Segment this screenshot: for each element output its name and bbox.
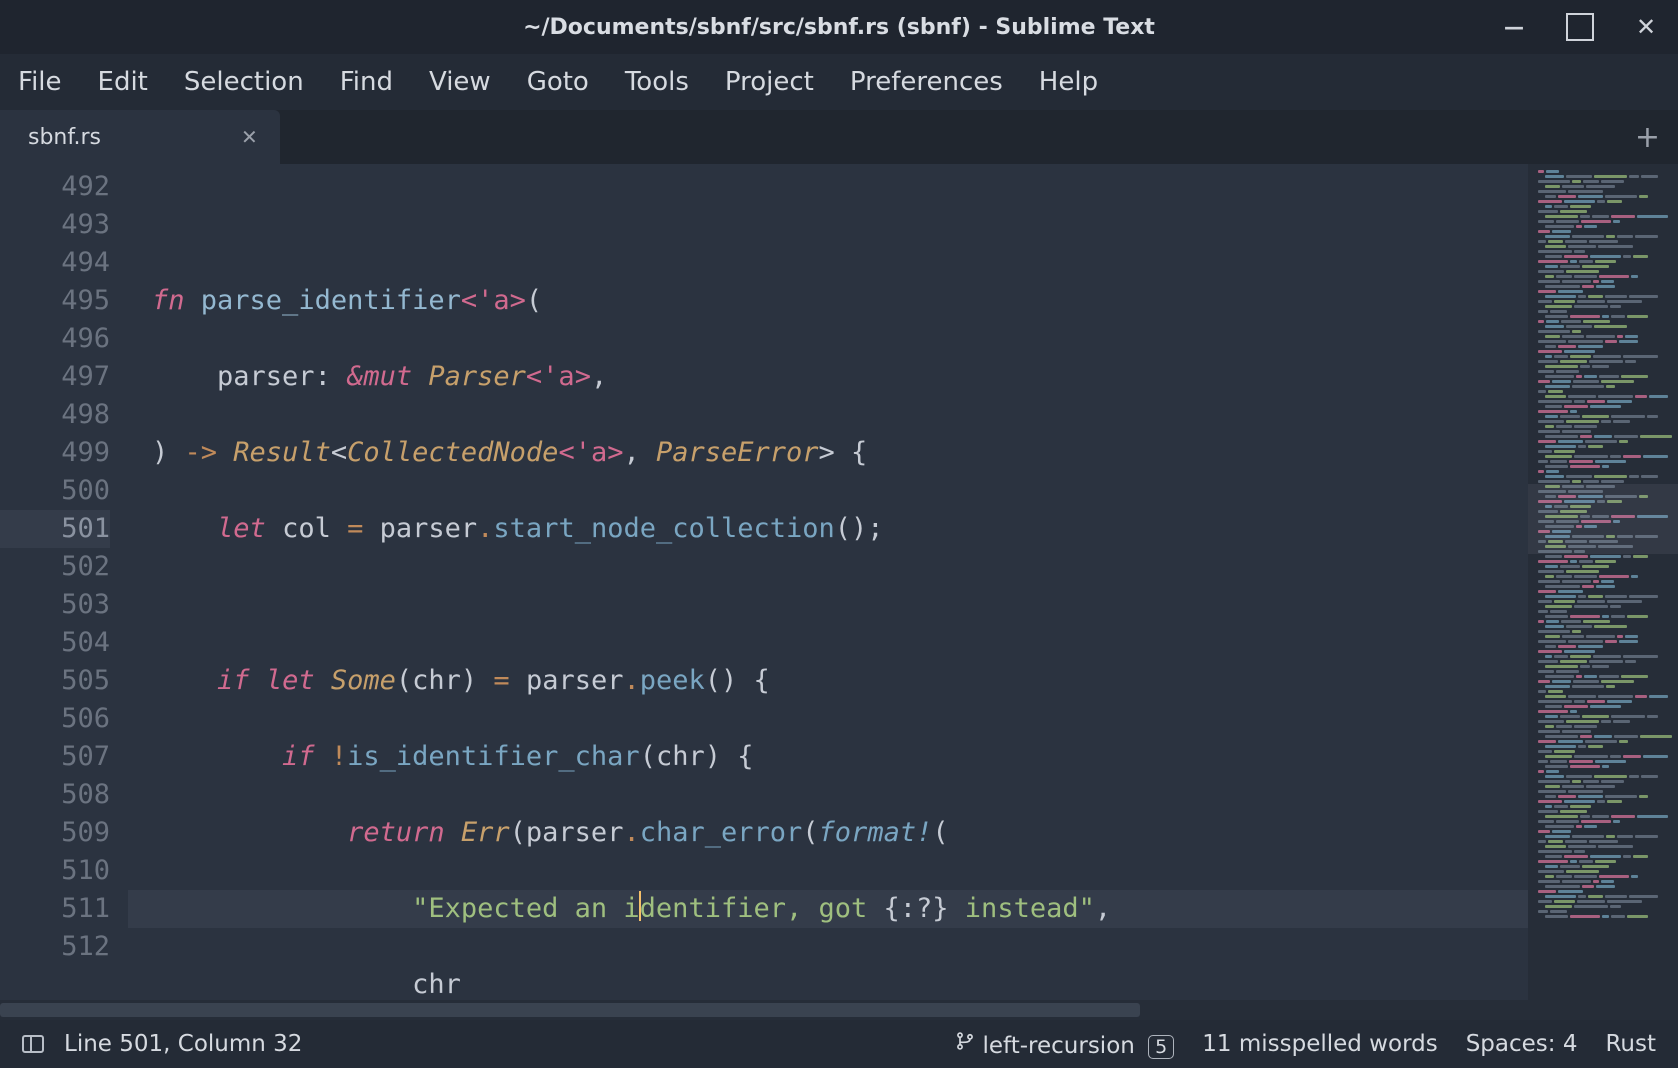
minimap[interactable]	[1528, 164, 1678, 1000]
status-git-branch[interactable]: left-recursion 5	[955, 1029, 1174, 1059]
code-line: fn parse_identifier<'a>(	[128, 282, 1528, 320]
code-line: let col = parser.start_node_collection()…	[128, 510, 1528, 548]
gutter: 492 493 494 495 496 497 498 499 500 501 …	[0, 164, 128, 1000]
code-line: parser: &mut Parser<'a>,	[128, 358, 1528, 396]
tab-label: sbnf.rs	[28, 125, 101, 150]
status-spellcheck[interactable]: 11 misspelled words	[1202, 1031, 1437, 1057]
menu-view[interactable]: View	[429, 67, 491, 97]
close-icon[interactable]: ✕	[1632, 13, 1660, 41]
statusbar: Line 501, Column 32 left-recursion 5 11 …	[0, 1020, 1678, 1068]
code-line: chr	[128, 966, 1528, 1000]
panel-toggle-icon[interactable]	[22, 1035, 44, 1053]
maximize-icon[interactable]	[1566, 13, 1594, 41]
menu-tools[interactable]: Tools	[625, 67, 689, 97]
code-line: "Expected an identifier, got {:?} instea…	[128, 890, 1528, 928]
tab-close-icon[interactable]: ✕	[241, 125, 258, 149]
code-area[interactable]: fn parse_identifier<'a>( parser: &mut Pa…	[128, 164, 1528, 1000]
code-line: if !is_identifier_char(chr) {	[128, 738, 1528, 776]
branch-ahead-badge: 5	[1148, 1035, 1174, 1059]
git-branch-icon	[955, 1033, 982, 1059]
status-line-col[interactable]: Line 501, Column 32	[64, 1031, 302, 1057]
code-line	[128, 206, 1528, 244]
code-line: ) -> Result<CollectedNode<'a>, ParseErro…	[128, 434, 1528, 472]
status-syntax[interactable]: Rust	[1605, 1031, 1656, 1057]
window-controls: — ✕	[1500, 0, 1660, 54]
status-indent[interactable]: Spaces: 4	[1466, 1031, 1578, 1057]
menu-preferences[interactable]: Preferences	[850, 67, 1003, 97]
horizontal-scrollbar[interactable]	[0, 1000, 1678, 1020]
menu-project[interactable]: Project	[725, 67, 814, 97]
menu-selection[interactable]: Selection	[184, 67, 304, 97]
code-line: if let Some(chr) = parser.peek() {	[128, 662, 1528, 700]
editor[interactable]: 492 493 494 495 496 497 498 499 500 501 …	[0, 164, 1678, 1000]
menu-goto[interactable]: Goto	[527, 67, 589, 97]
code-line	[128, 586, 1528, 624]
new-tab-icon[interactable]: +	[1635, 110, 1660, 164]
menu-file[interactable]: File	[18, 67, 62, 97]
window-title: ~/Documents/sbnf/src/sbnf.rs (sbnf) - Su…	[523, 15, 1155, 40]
scrollbar-thumb[interactable]	[0, 1003, 1140, 1017]
titlebar: ~/Documents/sbnf/src/sbnf.rs (sbnf) - Su…	[0, 0, 1678, 54]
code-line: return Err(parser.char_error(format!(	[128, 814, 1528, 852]
menu-find[interactable]: Find	[340, 67, 393, 97]
minimize-icon[interactable]: —	[1500, 13, 1528, 41]
menubar: File Edit Selection Find View Goto Tools…	[0, 54, 1678, 110]
tab-sbnf-rs[interactable]: sbnf.rs ✕	[0, 110, 280, 164]
tabbar: sbnf.rs ✕ +	[0, 110, 1678, 164]
minimap-viewport[interactable]	[1528, 484, 1678, 554]
menu-edit[interactable]: Edit	[98, 67, 148, 97]
menu-help[interactable]: Help	[1039, 67, 1098, 97]
